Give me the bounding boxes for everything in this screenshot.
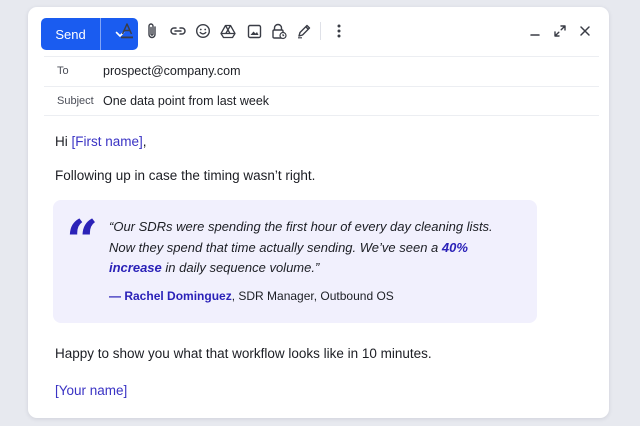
text-color-button[interactable] [116, 21, 138, 41]
quote-text-part2: in daily sequence volume.” [161, 260, 320, 275]
close-icon [578, 24, 592, 38]
confidential-mode-button[interactable] [268, 21, 290, 41]
lock-clock-icon [271, 23, 287, 40]
to-field[interactable]: prospect@company.com [103, 64, 241, 78]
expand-button[interactable] [549, 21, 571, 41]
greeting-prefix: Hi [55, 134, 72, 149]
send-button[interactable]: Send [41, 18, 100, 50]
more-vertical-icon [336, 23, 342, 39]
first-name-placeholder: [First name] [71, 134, 143, 149]
drive-button[interactable] [217, 21, 239, 41]
quote-text-part1: “Our SDRs were spending the first hour o… [109, 219, 493, 255]
toolbar-divider [320, 22, 321, 40]
attribution-name: Rachel Dominguez [124, 289, 232, 303]
subject-row: Subject One data point from last week [44, 86, 599, 116]
minimize-button[interactable] [524, 21, 546, 41]
minimize-icon [528, 24, 542, 38]
attribution-dash: — [109, 289, 125, 303]
expand-icon [553, 24, 567, 38]
quote-attribution: — Rachel Dominguez, SDR Manager, Outboun… [109, 289, 394, 303]
more-options-button[interactable] [328, 21, 350, 41]
emoji-icon [195, 23, 211, 39]
compose-window: Send To prospect@company.com Subject One… [28, 7, 609, 418]
insert-link-button[interactable] [167, 21, 189, 41]
insert-image-button[interactable] [243, 21, 265, 41]
to-row: To prospect@company.com [44, 56, 599, 86]
emoji-button[interactable] [192, 21, 214, 41]
signature-pen-icon [296, 23, 312, 39]
to-label: To [57, 65, 69, 77]
signature-button[interactable] [293, 21, 315, 41]
quote-mark-icon: “ [66, 208, 99, 274]
subject-label: Subject [57, 95, 94, 107]
followup-line: Following up in case the timing wasn’t r… [55, 168, 316, 183]
link-icon [169, 25, 187, 37]
greeting-line: Hi [First name], [55, 134, 147, 149]
greeting-suffix: , [142, 134, 147, 149]
testimonial-quote: “ “Our SDRs were spending the first hour… [53, 200, 537, 323]
attach-button[interactable] [141, 21, 163, 41]
closing-line: Happy to show you what that workflow loo… [55, 346, 432, 361]
compose-toolbar: Send [28, 7, 609, 54]
close-button[interactable] [574, 21, 596, 41]
signature-placeholder: [Your name] [55, 383, 128, 398]
quote-text: “Our SDRs were spending the first hour o… [109, 217, 519, 279]
image-icon [247, 24, 262, 39]
attachment-icon [145, 22, 159, 40]
attribution-role: , SDR Manager, Outbound OS [231, 289, 394, 303]
drive-icon [220, 24, 236, 39]
subject-field[interactable]: One data point from last week [103, 94, 269, 108]
text-color-icon [119, 22, 135, 40]
